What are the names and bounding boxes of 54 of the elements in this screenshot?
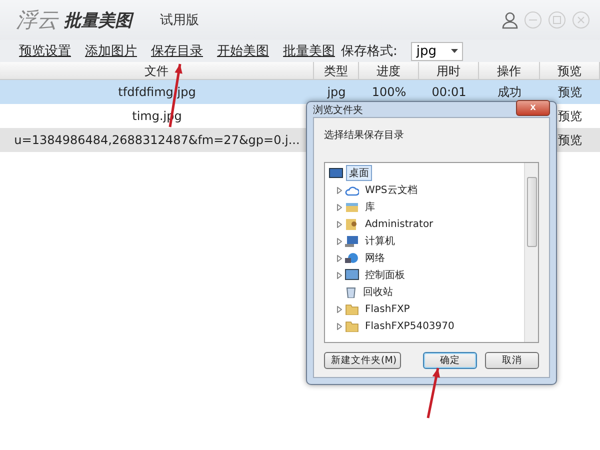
folder-tree-item[interactable]: FlashFXP5403970 [362,320,458,332]
dialog-prompt: 选择结果保存目录 [324,128,405,142]
toolbar-link[interactable]: 开始美图 [217,42,269,60]
toolbar-link[interactable]: 预览设置 [19,42,71,60]
column-header[interactable]: 类型 [314,62,359,80]
pointer-arrow [426,368,440,418]
expand-arrow-icon[interactable] [337,306,342,312]
expand-arrow-icon[interactable] [337,272,342,278]
folder-icon [345,320,359,332]
folder-tree-item[interactable]: 库 [362,199,378,215]
edition-label: 试用版 [160,12,199,29]
library-icon [345,202,359,212]
dialog-button[interactable]: 新建文件夹(M) [324,352,401,369]
folder-tree-item[interactable]: 计算机 [362,233,398,249]
folder-tree-item[interactable]: 回收站 [360,284,396,300]
format-dropdown[interactable]: jpg [411,42,464,60]
column-header[interactable]: 进度 [359,62,419,80]
recycle-bin-icon [345,286,357,298]
folder-tree-item[interactable]: 控制面板 [362,267,408,283]
column-header[interactable]: 操作 [479,62,540,80]
expand-arrow-icon[interactable] [337,204,342,210]
column-header[interactable]: 用时 [419,62,479,80]
user-icon[interactable] [502,11,518,29]
network-icon [345,252,359,264]
monitor-icon [329,168,343,178]
table-cell: 预览 [540,80,600,104]
expand-arrow-icon[interactable] [337,238,342,244]
folder-icon [345,303,359,315]
app-title: 批量美图 [64,10,132,32]
toolbar-link[interactable]: 保存目录 [151,42,203,60]
computer-icon [345,235,359,247]
folder-tree-item[interactable]: FlashFXP [362,302,413,316]
dialog-title: 浏览文件夹 [313,104,363,116]
format-label: 保存格式: [341,43,398,60]
column-header[interactable]: 文件 [0,62,314,80]
scrollbar[interactable] [524,163,538,342]
control-panel-icon [345,269,359,281]
folder-tree-item[interactable]: 网络 [362,250,388,266]
dialog-button[interactable]: 确定 [423,352,477,369]
column-header[interactable]: 预览 [540,62,600,80]
expand-arrow-icon[interactable] [337,220,342,228]
toolbar-link[interactable]: 批量美图 [283,42,335,60]
toolbar-link[interactable]: 添加图片 [85,42,137,60]
expand-arrow-icon[interactable] [337,322,342,330]
user-folder-icon [345,218,359,230]
expand-arrow-icon[interactable] [337,186,342,194]
dialog-button[interactable]: 取消 [485,352,539,369]
cloud-icon [345,184,359,196]
logo-text: 浮云 [16,7,58,34]
folder-tree-item[interactable]: 桌面 [346,165,372,181]
expand-arrow-icon[interactable] [337,254,342,262]
folder-tree-item[interactable]: WPS云文档 [362,182,420,198]
folder-tree-item[interactable]: Administrator [362,218,436,230]
caret-icon [451,49,458,53]
